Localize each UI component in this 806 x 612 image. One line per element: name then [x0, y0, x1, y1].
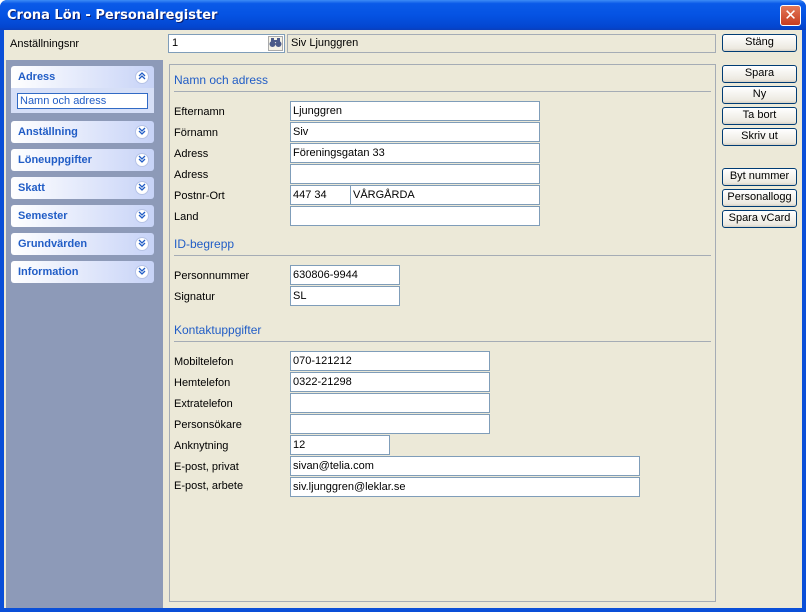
chevron-down-glyph [138, 267, 146, 275]
extension-label: Anknytning [174, 440, 229, 452]
email-private-field[interactable]: sivan@telia.com [290, 456, 640, 476]
save-vcard-button[interactable]: Spara vCard [722, 210, 797, 228]
signature-field[interactable]: SL [290, 286, 400, 306]
country-label: Land [174, 211, 199, 223]
sidebar-group-anstallning: Anställning [11, 121, 154, 143]
signature-label: Signatur [174, 291, 215, 303]
email-work-label: E-post, arbete [174, 480, 244, 492]
employee-number-input[interactable]: 1 [168, 34, 285, 53]
extra-phone-label: Extratelefon [174, 398, 233, 410]
chevron-down-icon[interactable] [135, 209, 149, 223]
employee-number-value: 1 [172, 37, 179, 49]
sidebar-group-skatt: Skatt [11, 177, 154, 199]
firstname-field[interactable]: Siv [290, 122, 540, 142]
close-icon[interactable]: ✕ [780, 5, 801, 26]
delete-button[interactable]: Ta bort [722, 107, 797, 125]
sidebar: Adress Namn och adress Anställning Löneu… [6, 60, 163, 608]
lastname-label: Efternamn [174, 106, 225, 118]
chevron-down-icon[interactable] [135, 237, 149, 251]
sidebar-item-namn-och-adress[interactable]: Namn och adress [17, 93, 148, 109]
home-phone-label: Hemtelefon [174, 377, 231, 389]
chevron-up-icon[interactable] [135, 70, 149, 84]
sidebar-header-label: Löneuppgifter [18, 154, 92, 166]
form-panel: Namn och adress Efternamn Ljunggren Förn… [169, 64, 716, 602]
postal-label: Postnr-Ort [174, 190, 225, 202]
chevron-down-glyph [138, 183, 146, 191]
section-divider [174, 341, 711, 342]
address-field[interactable]: Föreningsgatan 33 [290, 143, 540, 163]
mobile-field[interactable]: 070-121212 [290, 351, 490, 371]
client-area: Anställningsnr 1 Siv Ljunggren Stäng Adr… [4, 30, 802, 608]
section-divider [174, 91, 711, 92]
home-phone-field[interactable]: 0322-21298 [290, 372, 490, 392]
sidebar-header-label: Adress [18, 71, 56, 83]
sidebar-group-information: Information [11, 261, 154, 283]
chevron-down-glyph [138, 155, 146, 163]
sidebar-group-adress: Adress Namn och adress [11, 66, 154, 113]
sidebar-header-information[interactable]: Information [11, 261, 154, 283]
sidebar-header-loneuppgifter[interactable]: Löneuppgifter [11, 149, 154, 171]
sidebar-header-grundvarden[interactable]: Grundvärden [11, 233, 154, 255]
address2-field[interactable] [290, 164, 540, 184]
chevron-down-glyph [138, 239, 146, 247]
lastname-field[interactable]: Ljunggren [290, 101, 540, 121]
sidebar-header-anstallning[interactable]: Anställning [11, 121, 154, 143]
sidebar-header-label: Information [18, 266, 79, 278]
extension-field[interactable]: 12 [290, 435, 390, 455]
sidebar-group-grundvarden: Grundvärden [11, 233, 154, 255]
personal-number-label: Personnummer [174, 270, 250, 282]
sidebar-header-semester[interactable]: Semester [11, 205, 154, 227]
change-number-button[interactable]: Byt nummer [722, 168, 797, 186]
country-field[interactable] [290, 206, 540, 226]
chevron-down-glyph [138, 127, 146, 135]
chevron-down-icon[interactable] [135, 181, 149, 195]
postal-code-field[interactable]: 447 34 [290, 185, 351, 205]
pager-label: Personsökare [174, 419, 242, 431]
chevron-down-icon[interactable] [135, 125, 149, 139]
staff-log-button[interactable]: Personallogg [722, 189, 797, 207]
save-button[interactable]: Spara [722, 65, 797, 83]
title-bar[interactable]: Crona Lön - Personalregister ✕ [0, 0, 806, 30]
chevron-down-icon[interactable] [135, 265, 149, 279]
section-title-contact: Kontaktuppgifter [174, 323, 262, 337]
employee-number-label: Anställningsnr [10, 38, 80, 50]
print-button[interactable]: Skriv ut [722, 128, 797, 146]
binoculars-glyph [269, 38, 282, 47]
sidebar-header-skatt[interactable]: Skatt [11, 177, 154, 199]
app-window: Crona Lön - Personalregister ✕ Anställni… [0, 0, 806, 612]
pager-field[interactable] [290, 414, 490, 434]
employee-name-display: Siv Ljunggren [287, 34, 716, 53]
extra-phone-field[interactable] [290, 393, 490, 413]
close-button[interactable]: Stäng [722, 34, 797, 52]
sidebar-header-label: Skatt [18, 182, 45, 194]
section-divider [174, 255, 711, 256]
window-title: Crona Lön - Personalregister [7, 8, 218, 23]
personal-number-field[interactable]: 630806-9944 [290, 265, 400, 285]
address-label: Adress [174, 148, 209, 160]
new-button[interactable]: Ny [722, 86, 797, 104]
email-work-field[interactable]: siv.ljunggren@leklar.se [290, 477, 640, 497]
section-title-name-address: Namn och adress [174, 73, 269, 87]
sidebar-group-body: Namn och adress [11, 88, 154, 113]
sidebar-group-semester: Semester [11, 205, 154, 227]
binoculars-icon[interactable] [268, 36, 283, 51]
mobile-label: Mobiltelefon [174, 356, 234, 368]
section-title-id: ID-begrepp [174, 237, 235, 251]
email-private-label: E-post, privat [174, 461, 239, 473]
sidebar-header-label: Grundvärden [18, 238, 88, 250]
sidebar-group-loneuppgifter: Löneuppgifter [11, 149, 154, 171]
sidebar-header-label: Semester [18, 210, 68, 222]
chevron-up-glyph [138, 72, 146, 80]
sidebar-header-label: Anställning [18, 126, 78, 138]
city-field[interactable]: VÅRGÅRDA [350, 185, 540, 205]
chevron-down-glyph [138, 211, 146, 219]
firstname-label: Förnamn [174, 127, 219, 139]
sidebar-header-adress[interactable]: Adress [11, 66, 154, 88]
address2-label: Adress [174, 169, 209, 181]
chevron-down-icon[interactable] [135, 153, 149, 167]
